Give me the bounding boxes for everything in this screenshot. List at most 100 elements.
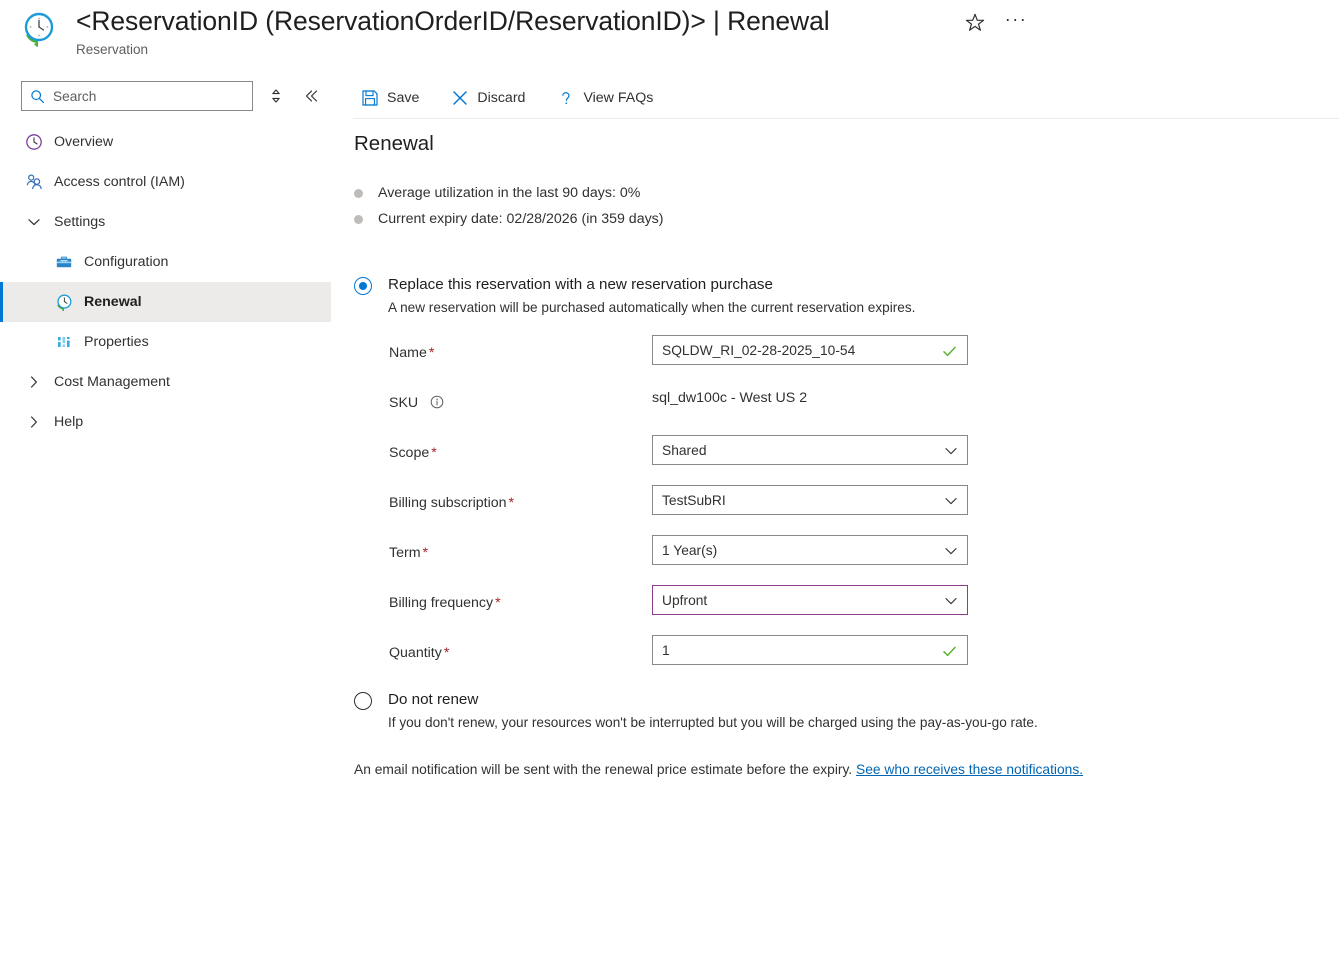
chevron-right-icon <box>25 413 43 431</box>
save-label: Save <box>387 90 419 106</box>
view-faqs-button[interactable]: View FAQs <box>549 82 661 114</box>
chevron-right-icon <box>25 373 43 391</box>
option-replace-title: Replace this reservation with a new rese… <box>388 275 915 295</box>
scope-value: Shared <box>662 443 707 458</box>
billing-frequency-label-text: Billing frequency <box>389 595 493 611</box>
save-button[interactable]: Save <box>353 82 427 114</box>
billing-frequency-select[interactable]: Upfront <box>652 585 968 615</box>
sidebar-nav: Overview Access control (IAM) Setting <box>0 122 331 442</box>
reservation-clock-icon <box>19 9 57 47</box>
name-input[interactable]: SQLDW_RI_02-28-2025_10-54 <box>652 335 968 365</box>
field-row-quantity: Quantity* 1 <box>389 632 1069 682</box>
radio-replace-reservation[interactable] <box>354 277 372 295</box>
view-faqs-label: View FAQs <box>583 90 653 106</box>
ellipsis-icon[interactable]: ··· <box>1004 11 1028 35</box>
sidebar-group-settings[interactable]: Settings <box>0 202 331 242</box>
sidebar-search-row <box>0 81 331 113</box>
field-row-scope: Scope* Shared <box>389 432 1069 482</box>
name-value: SQLDW_RI_02-28-2025_10-54 <box>662 343 855 358</box>
x-cross-icon <box>451 89 469 107</box>
option-replace-description: A new reservation will be purchased auto… <box>388 299 915 317</box>
option-replace-reservation[interactable]: Replace this reservation with a new rese… <box>354 275 915 317</box>
sidebar-item-label: Overview <box>54 134 113 150</box>
billing-frequency-label: Billing frequency* <box>389 595 501 611</box>
sidebar-item-label: Settings <box>54 214 105 230</box>
quantity-value: 1 <box>662 643 670 658</box>
discard-button[interactable]: Discard <box>443 82 533 114</box>
footnote-text: An email notification will be sent with … <box>354 762 856 777</box>
billing-subscription-label: Billing subscription* <box>389 495 514 511</box>
field-row-billing-subscription: Billing subscription* TestSubRI <box>389 482 1069 532</box>
sku-value: sql_dw100c - West US 2 <box>652 390 807 406</box>
renewal-form: Name* SQLDW_RI_02-28-2025_10-54 SKU <box>389 332 1069 682</box>
page-title-header: <ReservationID (ReservationOrderID/Reser… <box>76 4 830 38</box>
sidebar-item-renewal[interactable]: Renewal <box>0 282 331 322</box>
page-subtitle: Reservation <box>76 41 148 58</box>
term-select[interactable]: 1 Year(s) <box>652 535 968 565</box>
sidebar-group-help[interactable]: Help <box>0 402 331 442</box>
name-label-text: Name <box>389 345 427 361</box>
sidebar-item-label: Help <box>54 414 83 430</box>
required-asterisk: * <box>423 545 429 561</box>
required-asterisk: * <box>444 645 450 661</box>
field-row-name: Name* SQLDW_RI_02-28-2025_10-54 <box>389 332 1069 382</box>
toolbar-divider <box>353 118 1339 119</box>
required-asterisk: * <box>429 345 435 361</box>
option-do-not-renew[interactable]: Do not renew If you don't renew, your re… <box>354 690 1038 732</box>
sku-label-text: SKU <box>389 395 418 411</box>
billing-subscription-select[interactable]: TestSubRI <box>652 485 968 515</box>
sidebar-item-label: Properties <box>84 334 149 350</box>
field-row-billing-frequency: Billing frequency* Upfront <box>389 582 1069 632</box>
sidebar-item-overview[interactable]: Overview <box>0 122 331 162</box>
quantity-input[interactable]: 1 <box>652 635 968 665</box>
billing-frequency-value: Upfront <box>662 593 707 608</box>
info-circle-icon[interactable] <box>430 395 444 409</box>
sidebar-item-configuration[interactable]: Configuration <box>0 242 331 282</box>
properties-bars-icon <box>55 333 73 351</box>
billing-subscription-label-text: Billing subscription <box>389 495 507 511</box>
page-header: <ReservationID (ReservationOrderID/Reser… <box>0 0 1339 70</box>
main-content: Save Discard View FAQs Renewal <box>331 70 1339 972</box>
field-row-sku: SKU sql_dw100c - West US 2 <box>389 382 1069 432</box>
sidebar-item-properties[interactable]: Properties <box>0 322 331 362</box>
scope-label: Scope* <box>389 445 437 461</box>
field-row-term: Term* 1 Year(s) <box>389 532 1069 582</box>
required-asterisk: * <box>509 495 515 511</box>
chevron-down-icon <box>944 594 958 608</box>
double-chevron-left-icon[interactable] <box>300 85 322 107</box>
scope-select[interactable]: Shared <box>652 435 968 465</box>
search-box[interactable] <box>21 81 253 111</box>
star-icon[interactable] <box>963 11 987 35</box>
sidebar-item-access-control[interactable]: Access control (IAM) <box>0 162 331 202</box>
quantity-label: Quantity* <box>389 645 449 661</box>
fact-item: Current expiry date: 02/28/2026 (in 359 … <box>354 206 664 232</box>
fact-text: Current expiry date: 02/28/2026 (in 359 … <box>378 211 664 227</box>
notifications-recipients-link[interactable]: See who receives these notifications. <box>856 762 1083 777</box>
chevron-down-icon <box>944 494 958 508</box>
scope-label-text: Scope <box>389 445 429 461</box>
search-icon <box>30 89 45 104</box>
command-bar: Save Discard View FAQs <box>331 78 1339 118</box>
term-label: Term* <box>389 545 428 561</box>
green-check-icon <box>942 344 957 359</box>
chevron-down-icon <box>25 213 43 231</box>
radio-do-not-renew[interactable] <box>354 692 372 710</box>
sidebar-item-label: Renewal <box>84 294 142 310</box>
option-do-not-renew-title: Do not renew <box>388 690 1038 710</box>
sidebar-group-cost-management[interactable]: Cost Management <box>0 362 331 402</box>
name-label: Name* <box>389 345 434 361</box>
section-title: Renewal <box>354 132 434 156</box>
chevron-down-icon <box>944 544 958 558</box>
term-value: 1 Year(s) <box>662 543 717 558</box>
sku-label: SKU <box>389 395 444 411</box>
users-icon <box>25 173 43 191</box>
sidebar-item-label: Configuration <box>84 254 168 270</box>
facts-list: Average utilization in the last 90 days:… <box>354 180 664 232</box>
save-disk-icon <box>361 89 379 107</box>
sort-toggle-icon[interactable] <box>265 85 287 107</box>
fact-text: Average utilization in the last 90 days:… <box>378 185 640 201</box>
bullet-icon <box>354 189 363 198</box>
clock-icon <box>25 133 43 151</box>
option-do-not-renew-description: If you don't renew, your resources won't… <box>388 714 1038 732</box>
search-input[interactable] <box>51 82 246 110</box>
